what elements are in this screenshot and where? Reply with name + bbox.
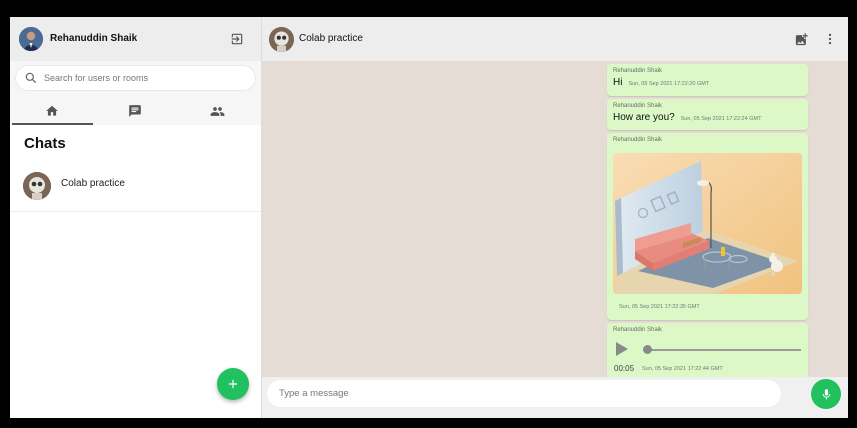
user-name: Rehanuddin Shaik bbox=[50, 33, 138, 44]
sidebar-tabs bbox=[10, 97, 261, 125]
search-box bbox=[16, 66, 255, 90]
new-chat-button[interactable] bbox=[217, 368, 249, 400]
sidebar: Rehanuddin Shaik Search for users or roo… bbox=[10, 17, 262, 418]
audio-progress-track[interactable] bbox=[644, 349, 801, 351]
message-image[interactable] bbox=[613, 153, 802, 294]
message-bubble-image: Rehanuddin Shaik Sun, 05 Sep 2021 17:22:… bbox=[607, 133, 808, 320]
logout-button[interactable] bbox=[227, 30, 247, 48]
message-list: Rehanuddin Shaik Hi Sun, 05 Sep 2021 17:2… bbox=[262, 61, 848, 377]
chat-name: Colab practice bbox=[61, 178, 125, 189]
room-name: Colab practice bbox=[299, 33, 363, 44]
chat-icon bbox=[128, 105, 141, 117]
message-timestamp: Sun, 05 Sep 2021 17:22:35 GMT bbox=[619, 304, 700, 310]
search-bar bbox=[10, 61, 261, 97]
tab-chats[interactable] bbox=[93, 97, 176, 125]
message-sender: Rehanuddin Shaik bbox=[613, 137, 663, 143]
composer bbox=[262, 377, 848, 418]
more-options-button[interactable] bbox=[821, 30, 839, 48]
message-text-row: Hi Sun, 05 Sep 2021 17:22:20 GMT bbox=[613, 77, 709, 88]
add-photo-icon bbox=[795, 32, 808, 45]
app-window: Rehanuddin Shaik Search for users or roo… bbox=[10, 17, 848, 418]
tab-home[interactable] bbox=[10, 97, 93, 125]
message-text: How are you? bbox=[613, 112, 675, 123]
message-sender: Rehanuddin Shaik bbox=[613, 68, 663, 74]
chat-avatar bbox=[23, 172, 51, 200]
plus-icon bbox=[228, 379, 238, 389]
message-timestamp: Sun, 05 Sep 2021 17:22:20 GMT bbox=[628, 81, 710, 87]
audio-duration: 00:05 bbox=[614, 364, 635, 373]
message-text-row: How are you? Sun, 05 Sep 2021 17:22:24 GM… bbox=[613, 112, 761, 123]
home-icon bbox=[45, 105, 58, 116]
chat-header: Colab practice bbox=[262, 17, 848, 61]
message-text: Hi bbox=[613, 77, 623, 88]
chats-heading: Chats bbox=[24, 135, 66, 152]
logout-icon bbox=[231, 33, 243, 45]
attach-photo-button[interactable] bbox=[792, 30, 810, 48]
message-bubble: Rehanuddin Shaik Hi Sun, 05 Sep 2021 17:2… bbox=[607, 64, 808, 96]
audio-play-button[interactable] bbox=[615, 341, 629, 357]
play-icon bbox=[616, 342, 628, 356]
tab-people[interactable] bbox=[176, 97, 259, 125]
more-vert-icon bbox=[828, 33, 832, 45]
mic-icon bbox=[822, 388, 830, 399]
user-avatar[interactable] bbox=[19, 27, 43, 51]
chat-panel: Colab practice Rehanuddin Shaik Hi Sun, 0 bbox=[262, 17, 848, 418]
message-sender: Rehanuddin Shaik bbox=[613, 103, 663, 109]
message-bubble-audio: Rehanuddin Shaik 00:05 Sun, 05 Sep 2021 … bbox=[607, 323, 808, 377]
search-input[interactable] bbox=[44, 66, 244, 90]
chat-list-item[interactable]: Colab practice bbox=[10, 165, 261, 212]
search-icon bbox=[24, 71, 38, 85]
message-input[interactable] bbox=[267, 380, 781, 407]
sidebar-header: Rehanuddin Shaik bbox=[10, 17, 261, 61]
audio-progress-knob[interactable] bbox=[643, 345, 652, 354]
message-sender: Rehanuddin Shaik bbox=[613, 327, 663, 333]
message-timestamp: Sun, 05 Sep 2021 17:22:44 GMT bbox=[642, 366, 723, 372]
message-bubble: Rehanuddin Shaik How are you? Sun, 05 Sep… bbox=[607, 99, 808, 130]
voice-record-button[interactable] bbox=[811, 379, 841, 409]
people-icon bbox=[210, 106, 225, 116]
message-timestamp: Sun, 05 Sep 2021 17:22:24 GMT bbox=[680, 116, 762, 122]
room-avatar[interactable] bbox=[269, 27, 294, 52]
